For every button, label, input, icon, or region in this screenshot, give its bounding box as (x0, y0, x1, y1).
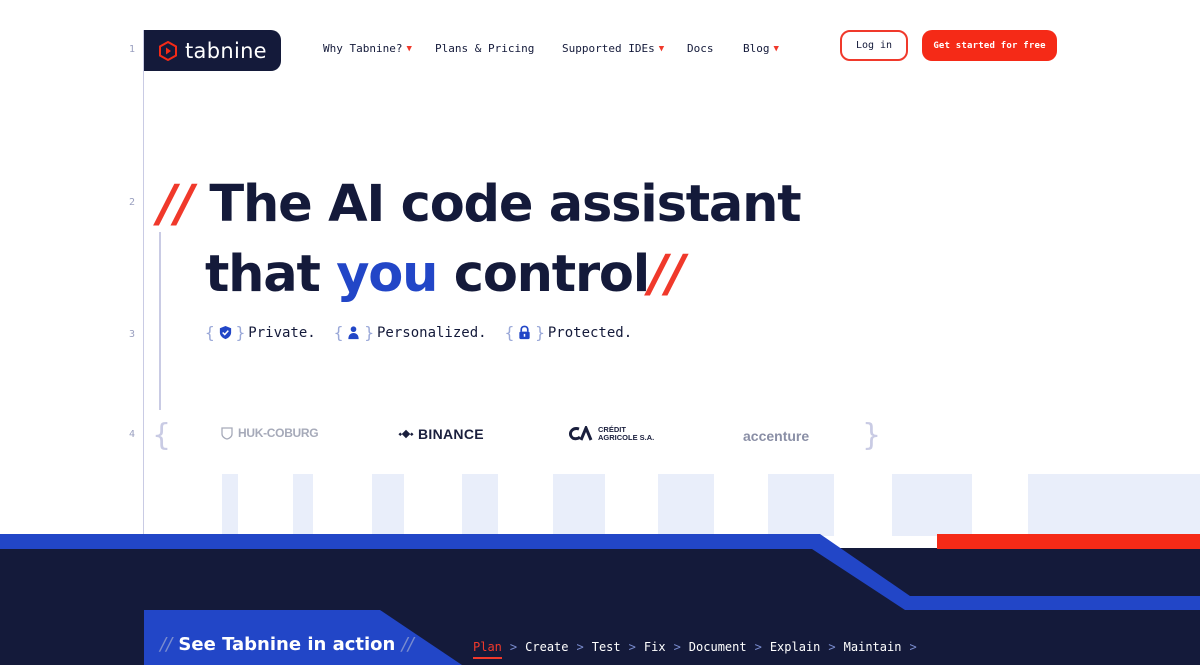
logo-huk-coburg: HUK-COBURG (220, 426, 319, 440)
step-explain[interactable]: Explain (770, 640, 821, 659)
step-fix[interactable]: Fix (644, 640, 666, 659)
nav-docs[interactable]: Docs (687, 42, 714, 55)
nav-why-tabnine[interactable]: Why Tabnine? ▼ (323, 42, 412, 55)
step-create[interactable]: Create (525, 640, 568, 659)
brace-close: } (235, 323, 246, 342)
nav-plans-pricing[interactable]: Plans & Pricing (435, 42, 534, 55)
credit-agricole-mark-icon (569, 426, 593, 441)
nav-label: Docs (687, 42, 714, 55)
binance-diamond-icon (398, 429, 414, 439)
decor-bar (372, 474, 404, 536)
step-maintain[interactable]: Maintain (844, 640, 902, 659)
tabnine-hexagon-icon (159, 40, 177, 61)
see-in-action-title: // See Tabnine in action // (160, 634, 414, 655)
chevron-down-icon: ▼ (773, 43, 779, 54)
title-slash: // (160, 634, 173, 655)
tabnine-logo[interactable]: tabnine (144, 30, 281, 71)
get-started-button[interactable]: Get started for free (922, 30, 1057, 61)
huk-crest-icon (221, 427, 233, 440)
brace-open: { (333, 323, 344, 342)
login-button[interactable]: Log in (840, 30, 908, 61)
decor-bar (462, 474, 498, 536)
nav-blog[interactable]: Blog ▼ (743, 42, 779, 55)
hero-headline-line-2: that you control// (205, 245, 685, 304)
brace-close: } (535, 323, 545, 342)
line-number: 2 (128, 197, 136, 208)
feature-label: Protected. (547, 324, 633, 341)
brand-name: accenture (743, 428, 810, 444)
brace-close: } (364, 323, 374, 342)
step-test[interactable]: Test (592, 640, 621, 659)
decor-bar (658, 474, 714, 536)
hero-highlight-you: you (336, 245, 438, 304)
title-text: See Tabnine in action (178, 634, 396, 655)
decor-bar (553, 474, 605, 536)
chevron-right-icon: > (628, 640, 636, 654)
decor-bar (1028, 474, 1200, 536)
hero-line-2-text-a: that (205, 245, 337, 304)
feature-label: Personalized. (377, 324, 487, 341)
logos-brace-open: { (152, 418, 172, 453)
logo-text: tabnine (185, 38, 267, 63)
chevron-right-icon: > (576, 640, 584, 654)
lock-icon (519, 325, 530, 340)
gutter-line (143, 30, 144, 540)
feature-label: Private. (248, 324, 316, 341)
nav-supported-ides[interactable]: Supported IDEs ▼ (562, 42, 664, 55)
hero-line-1-text: The AI code assistant (209, 175, 801, 234)
nav-label: Blog (743, 42, 770, 55)
line-number: 3 (128, 329, 136, 340)
logo-binance: BINANCE (398, 426, 484, 442)
workflow-steps: Plan > Create > Test > Fix > Document > Expla… (473, 640, 925, 659)
decor-bar (892, 474, 972, 536)
feature-private: { } Private. (205, 323, 316, 342)
chevron-right-icon: > (909, 640, 917, 654)
brand-name: BINANCE (418, 426, 484, 442)
chevron-right-icon: > (673, 640, 681, 654)
chevron-down-icon: ▼ (658, 43, 665, 54)
chevron-right-icon: > (754, 640, 762, 654)
hero-features: { } Private. { } Personalized. { } Prote… (205, 323, 650, 342)
hero-slash-close: // (649, 245, 685, 304)
step-document[interactable]: Document (689, 640, 747, 659)
chevron-right-icon: > (509, 640, 518, 654)
chevron-down-icon: ▼ (406, 43, 412, 54)
hero-line-2-text-b: control (437, 245, 650, 304)
title-slash: // (401, 634, 414, 655)
hero-bracket-line (159, 232, 161, 410)
hero-slash-open: // (158, 175, 194, 234)
brand-name: HUK-COBURG (238, 426, 319, 440)
chevron-right-icon: > (828, 640, 836, 654)
feature-personalized: { } Personalized. (334, 323, 487, 342)
nav-label: Plans & Pricing (435, 42, 535, 55)
nav-label: Why Tabnine? (323, 42, 403, 55)
shield-check-icon (219, 325, 231, 340)
brand-name: CRÉDIT AGRICOLE S.A. (598, 426, 654, 442)
decor-bar (293, 474, 313, 536)
line-number: 4 (128, 429, 136, 440)
nav-label: Supported IDEs (562, 42, 655, 55)
brace-open: { (504, 323, 515, 342)
logos-brace-close: } (862, 418, 882, 453)
hero-headline-line-1: // The AI code assistant (158, 175, 802, 234)
brand-name-line: AGRICOLE S.A. (598, 433, 655, 442)
decor-bar (768, 474, 834, 536)
person-icon (348, 326, 360, 340)
red-accent-bar (937, 534, 1200, 549)
step-plan[interactable]: Plan (473, 640, 502, 659)
decor-bar (222, 474, 238, 536)
logo-accenture: accenture (743, 428, 809, 444)
feature-protected: { } Protected. (505, 323, 633, 342)
brace-open: { (205, 323, 215, 342)
logo-credit-agricole: CRÉDIT AGRICOLE S.A. (568, 426, 654, 442)
line-number: 1 (128, 44, 136, 55)
